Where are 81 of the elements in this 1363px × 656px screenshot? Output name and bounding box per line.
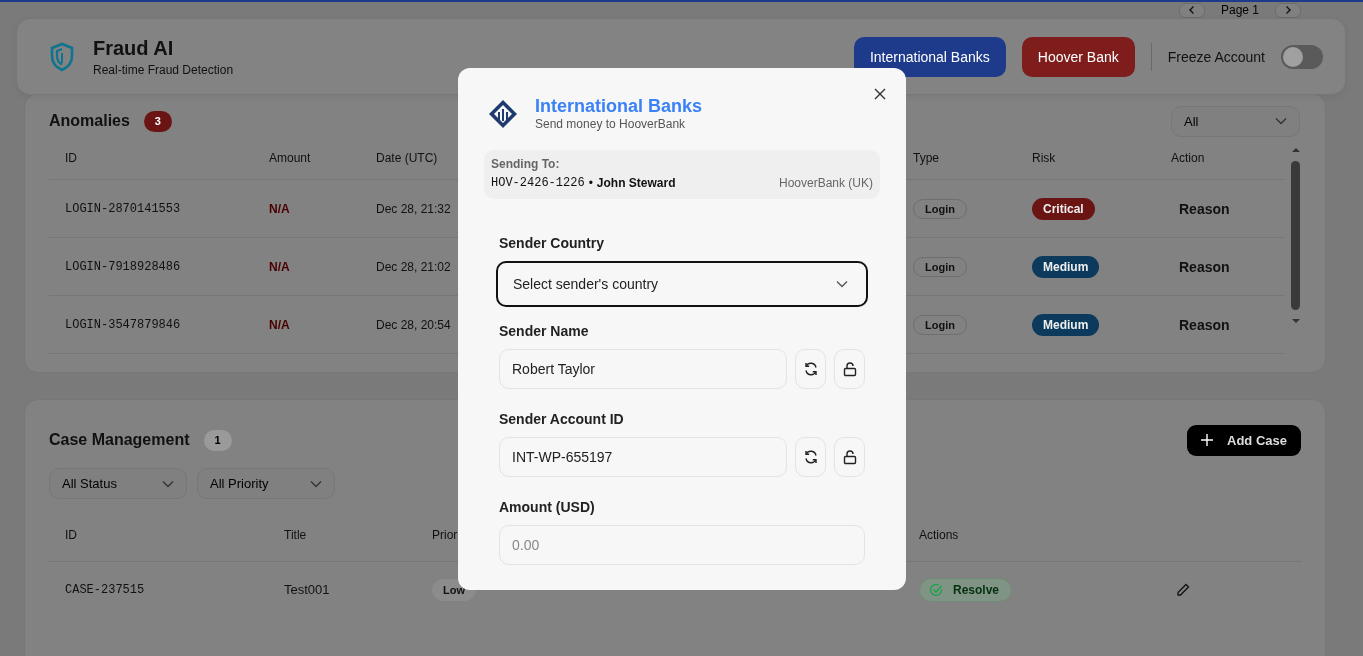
case-id: CASE-237515 bbox=[65, 582, 145, 597]
open-padlock-icon bbox=[842, 361, 857, 377]
reason-link[interactable]: Reason bbox=[1179, 200, 1230, 217]
previous-page-button[interactable] bbox=[1178, 2, 1205, 18]
freeze-label: Freeze Account bbox=[1167, 48, 1265, 65]
date-cell: Dec 28, 20:54 bbox=[376, 317, 451, 332]
bank-logo-icon bbox=[488, 98, 518, 129]
chevron-down-icon bbox=[310, 479, 322, 488]
section-title: Anomalies bbox=[49, 112, 130, 130]
refresh-icon bbox=[802, 449, 819, 465]
recipient-bank: HooverBank (UK) bbox=[778, 176, 873, 190]
anomaly-id: LOGIN-2870141553 bbox=[65, 201, 181, 216]
amount-cell: N/A bbox=[269, 259, 290, 274]
field-label: Sender Country bbox=[499, 235, 605, 251]
amount-field[interactable]: 0.00 bbox=[499, 525, 865, 565]
risk-badge: Medium bbox=[1032, 313, 1100, 336]
filter-dropdown[interactable]: All Status bbox=[49, 468, 187, 499]
open-padlock-icon bbox=[842, 449, 857, 465]
lock-button[interactable] bbox=[834, 437, 865, 477]
shield-icon bbox=[49, 41, 75, 72]
recipient-account: HOV-2426-1226 bbox=[491, 176, 585, 190]
field-label: Amount (USD) bbox=[499, 499, 596, 515]
amount-cell: N/A bbox=[269, 317, 290, 332]
reason-link[interactable]: Reason bbox=[1179, 316, 1230, 333]
page-label: Page 1 bbox=[1219, 3, 1260, 17]
risk-badge: Medium bbox=[1032, 255, 1100, 278]
column-header: Amount bbox=[269, 151, 311, 165]
bank-button[interactable]: International Banks bbox=[853, 36, 1006, 77]
text-field[interactable]: Robert Taylor bbox=[499, 349, 787, 389]
chevron-down-icon bbox=[836, 280, 848, 288]
regenerate-button[interactable] bbox=[795, 349, 826, 389]
column-header: Action bbox=[1171, 151, 1205, 165]
plus-icon bbox=[1201, 434, 1214, 446]
anomaly-id: LOGIN-3547879846 bbox=[65, 317, 181, 332]
dialog-title: International Banks bbox=[535, 96, 703, 117]
risk-badge: Critical bbox=[1032, 197, 1095, 220]
resolve-button[interactable]: Resolve bbox=[919, 577, 1013, 602]
lock-button[interactable] bbox=[834, 349, 865, 389]
column-header: Title bbox=[284, 528, 307, 542]
section-title: Case Management bbox=[49, 431, 190, 449]
chevron-down-icon bbox=[162, 479, 174, 488]
count-badge: 1 bbox=[203, 429, 232, 451]
reason-link[interactable]: Reason bbox=[1179, 258, 1230, 275]
refresh-icon bbox=[802, 361, 819, 377]
dialog-subtitle: Send money to HooverBank bbox=[535, 117, 687, 131]
anomaly-id: LOGIN-7918928486 bbox=[65, 259, 181, 274]
case-title: Test001 bbox=[284, 582, 330, 597]
bank-button[interactable]: Hoover Bank bbox=[1021, 36, 1135, 77]
column-header: Type bbox=[913, 151, 939, 165]
pencil-icon[interactable] bbox=[1175, 581, 1191, 598]
recipient-label: Sending To: bbox=[491, 157, 561, 171]
column-header: Actions bbox=[919, 528, 959, 542]
date-cell: Dec 28, 21:32 bbox=[376, 201, 451, 216]
count-badge: 3 bbox=[143, 110, 172, 132]
freeze-toggle[interactable] bbox=[1281, 44, 1323, 69]
next-page-button[interactable] bbox=[1275, 2, 1301, 18]
risk-filter[interactable]: All bbox=[1171, 105, 1300, 137]
check-circle-icon bbox=[929, 582, 943, 597]
column-header: Risk bbox=[1032, 151, 1056, 165]
app-title: Fraud AI bbox=[93, 36, 175, 60]
regenerate-button[interactable] bbox=[795, 437, 826, 477]
separator-dot: • bbox=[588, 176, 593, 190]
scroll-up-arrow-icon[interactable] bbox=[1290, 147, 1301, 153]
filter-dropdown[interactable]: All Priority bbox=[197, 468, 335, 499]
date-cell: Dec 28, 21:02 bbox=[376, 259, 451, 274]
country-select[interactable]: Select sender's country bbox=[496, 261, 868, 307]
column-header: Date (UTC) bbox=[376, 151, 438, 165]
column-header: ID bbox=[65, 151, 77, 165]
add-case-button[interactable]: Add Case bbox=[1187, 424, 1301, 456]
scroll-down-arrow-icon[interactable] bbox=[1290, 318, 1301, 324]
text-field[interactable]: INT-WP-655197 bbox=[499, 437, 787, 477]
chevron-right-icon bbox=[1283, 5, 1293, 15]
app-subtitle: Real-time Fraud Detection bbox=[93, 62, 234, 77]
field-label: Sender Name bbox=[499, 323, 590, 339]
close-icon[interactable] bbox=[874, 88, 886, 100]
column-header: ID bbox=[65, 528, 77, 542]
chevron-down-icon bbox=[1275, 117, 1287, 125]
recipient-name: John Steward bbox=[596, 176, 676, 190]
field-label: Sender Account ID bbox=[499, 411, 625, 427]
column-header: Prior bbox=[432, 528, 458, 542]
amount-cell: N/A bbox=[269, 201, 290, 216]
